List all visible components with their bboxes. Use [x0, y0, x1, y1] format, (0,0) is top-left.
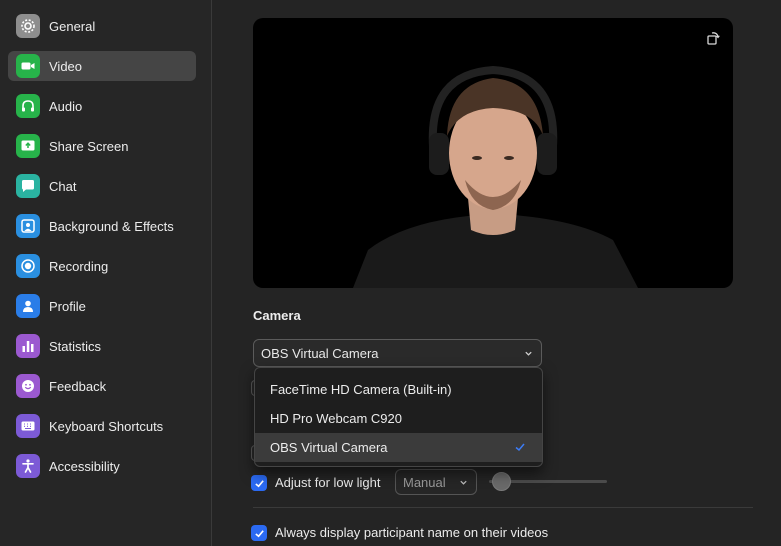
sidebar-item-label: Statistics	[49, 338, 102, 354]
camera-option[interactable]: HD Pro Webcam C920	[255, 404, 542, 433]
checkmark-icon	[254, 479, 264, 487]
low-light-mode-value: Manual	[403, 474, 446, 490]
sidebar-item-label: Video	[49, 58, 83, 74]
chat-icon	[16, 174, 40, 198]
camera-section-title: Camera	[253, 308, 301, 323]
share-screen-icon	[16, 134, 40, 158]
low-light-checkbox[interactable]	[251, 475, 267, 491]
camera-select[interactable]: OBS Virtual Camera	[253, 339, 542, 367]
checkmark-icon	[515, 443, 525, 452]
chevron-down-icon	[525, 351, 532, 356]
sidebar-item-recording[interactable]: Recording	[8, 251, 196, 281]
background-icon	[16, 214, 40, 238]
video-preview	[253, 18, 733, 288]
chevron-down-icon	[460, 480, 467, 485]
camera-option[interactable]: FaceTime HD Camera (Built-in)	[255, 375, 542, 404]
settings-sidebar: General Video Audio Share Screen Chat Backgro…	[0, 0, 212, 546]
sidebar-item-label: Recording	[49, 258, 109, 274]
keyboard-icon	[16, 414, 40, 438]
camera-dropdown-menu: FaceTime HD Camera (Built-in) HD Pro Web…	[254, 367, 543, 467]
low-light-slider-thumb[interactable]	[491, 472, 511, 491]
divider	[253, 507, 753, 508]
sidebar-item-label: Accessibility	[49, 458, 120, 474]
sidebar-item-label: Feedback	[49, 378, 107, 394]
sidebar-item-keyboard-shortcuts[interactable]: Keyboard Shortcuts	[8, 411, 196, 441]
sidebar-item-profile[interactable]: Profile	[8, 291, 196, 321]
sidebar-item-video[interactable]: Video	[8, 51, 196, 81]
feedback-icon	[16, 374, 40, 398]
sidebar-item-statistics[interactable]: Statistics	[8, 331, 196, 361]
camera-option-label: OBS Virtual Camera	[270, 440, 388, 455]
sidebar-item-label: Profile	[49, 298, 86, 314]
name-display-label: Always display participant name on their…	[275, 525, 549, 540]
video-camera-icon	[16, 54, 40, 78]
sidebar-item-label: Chat	[49, 178, 77, 194]
sidebar-item-label: Audio	[49, 98, 83, 114]
profile-icon	[16, 294, 40, 318]
sidebar-item-feedback[interactable]: Feedback	[8, 371, 196, 401]
sidebar-item-chat[interactable]: Chat	[8, 171, 196, 201]
sidebar-item-background-and-effects[interactable]: Background & Effects	[8, 211, 196, 241]
sidebar-item-label: Keyboard Shortcuts	[49, 418, 164, 434]
sidebar-item-label: General	[49, 18, 96, 34]
rotate-camera-icon[interactable]	[705, 30, 721, 46]
checkmark-icon	[254, 529, 264, 537]
camera-option-label: HD Pro Webcam C920	[270, 411, 402, 426]
accessibility-icon	[16, 454, 40, 478]
video-settings-panel: Camera OBS Virtual Camera FaceTime HD Ca…	[213, 0, 781, 546]
gear-icon	[16, 14, 40, 38]
sidebar-item-general[interactable]: General	[8, 11, 196, 41]
sidebar-item-share-screen[interactable]: Share Screen	[8, 131, 196, 161]
person-in-preview	[353, 65, 638, 288]
camera-option-selected[interactable]: OBS Virtual Camera	[255, 433, 542, 462]
low-light-mode-select[interactable]: Manual	[395, 469, 477, 495]
camera-select-value: OBS Virtual Camera	[261, 345, 379, 361]
recording-icon	[16, 254, 40, 278]
sidebar-item-accessibility[interactable]: Accessibility	[8, 451, 196, 481]
statistics-icon	[16, 334, 40, 358]
sidebar-item-audio[interactable]: Audio	[8, 91, 196, 121]
name-display-checkbox[interactable]	[251, 525, 267, 541]
camera-option-label: FaceTime HD Camera (Built-in)	[270, 382, 452, 397]
low-light-label: Adjust for low light	[275, 475, 381, 490]
sidebar-item-label: Share Screen	[49, 138, 129, 154]
sidebar-item-label: Background & Effects	[49, 218, 174, 234]
headphones-icon	[16, 94, 40, 118]
